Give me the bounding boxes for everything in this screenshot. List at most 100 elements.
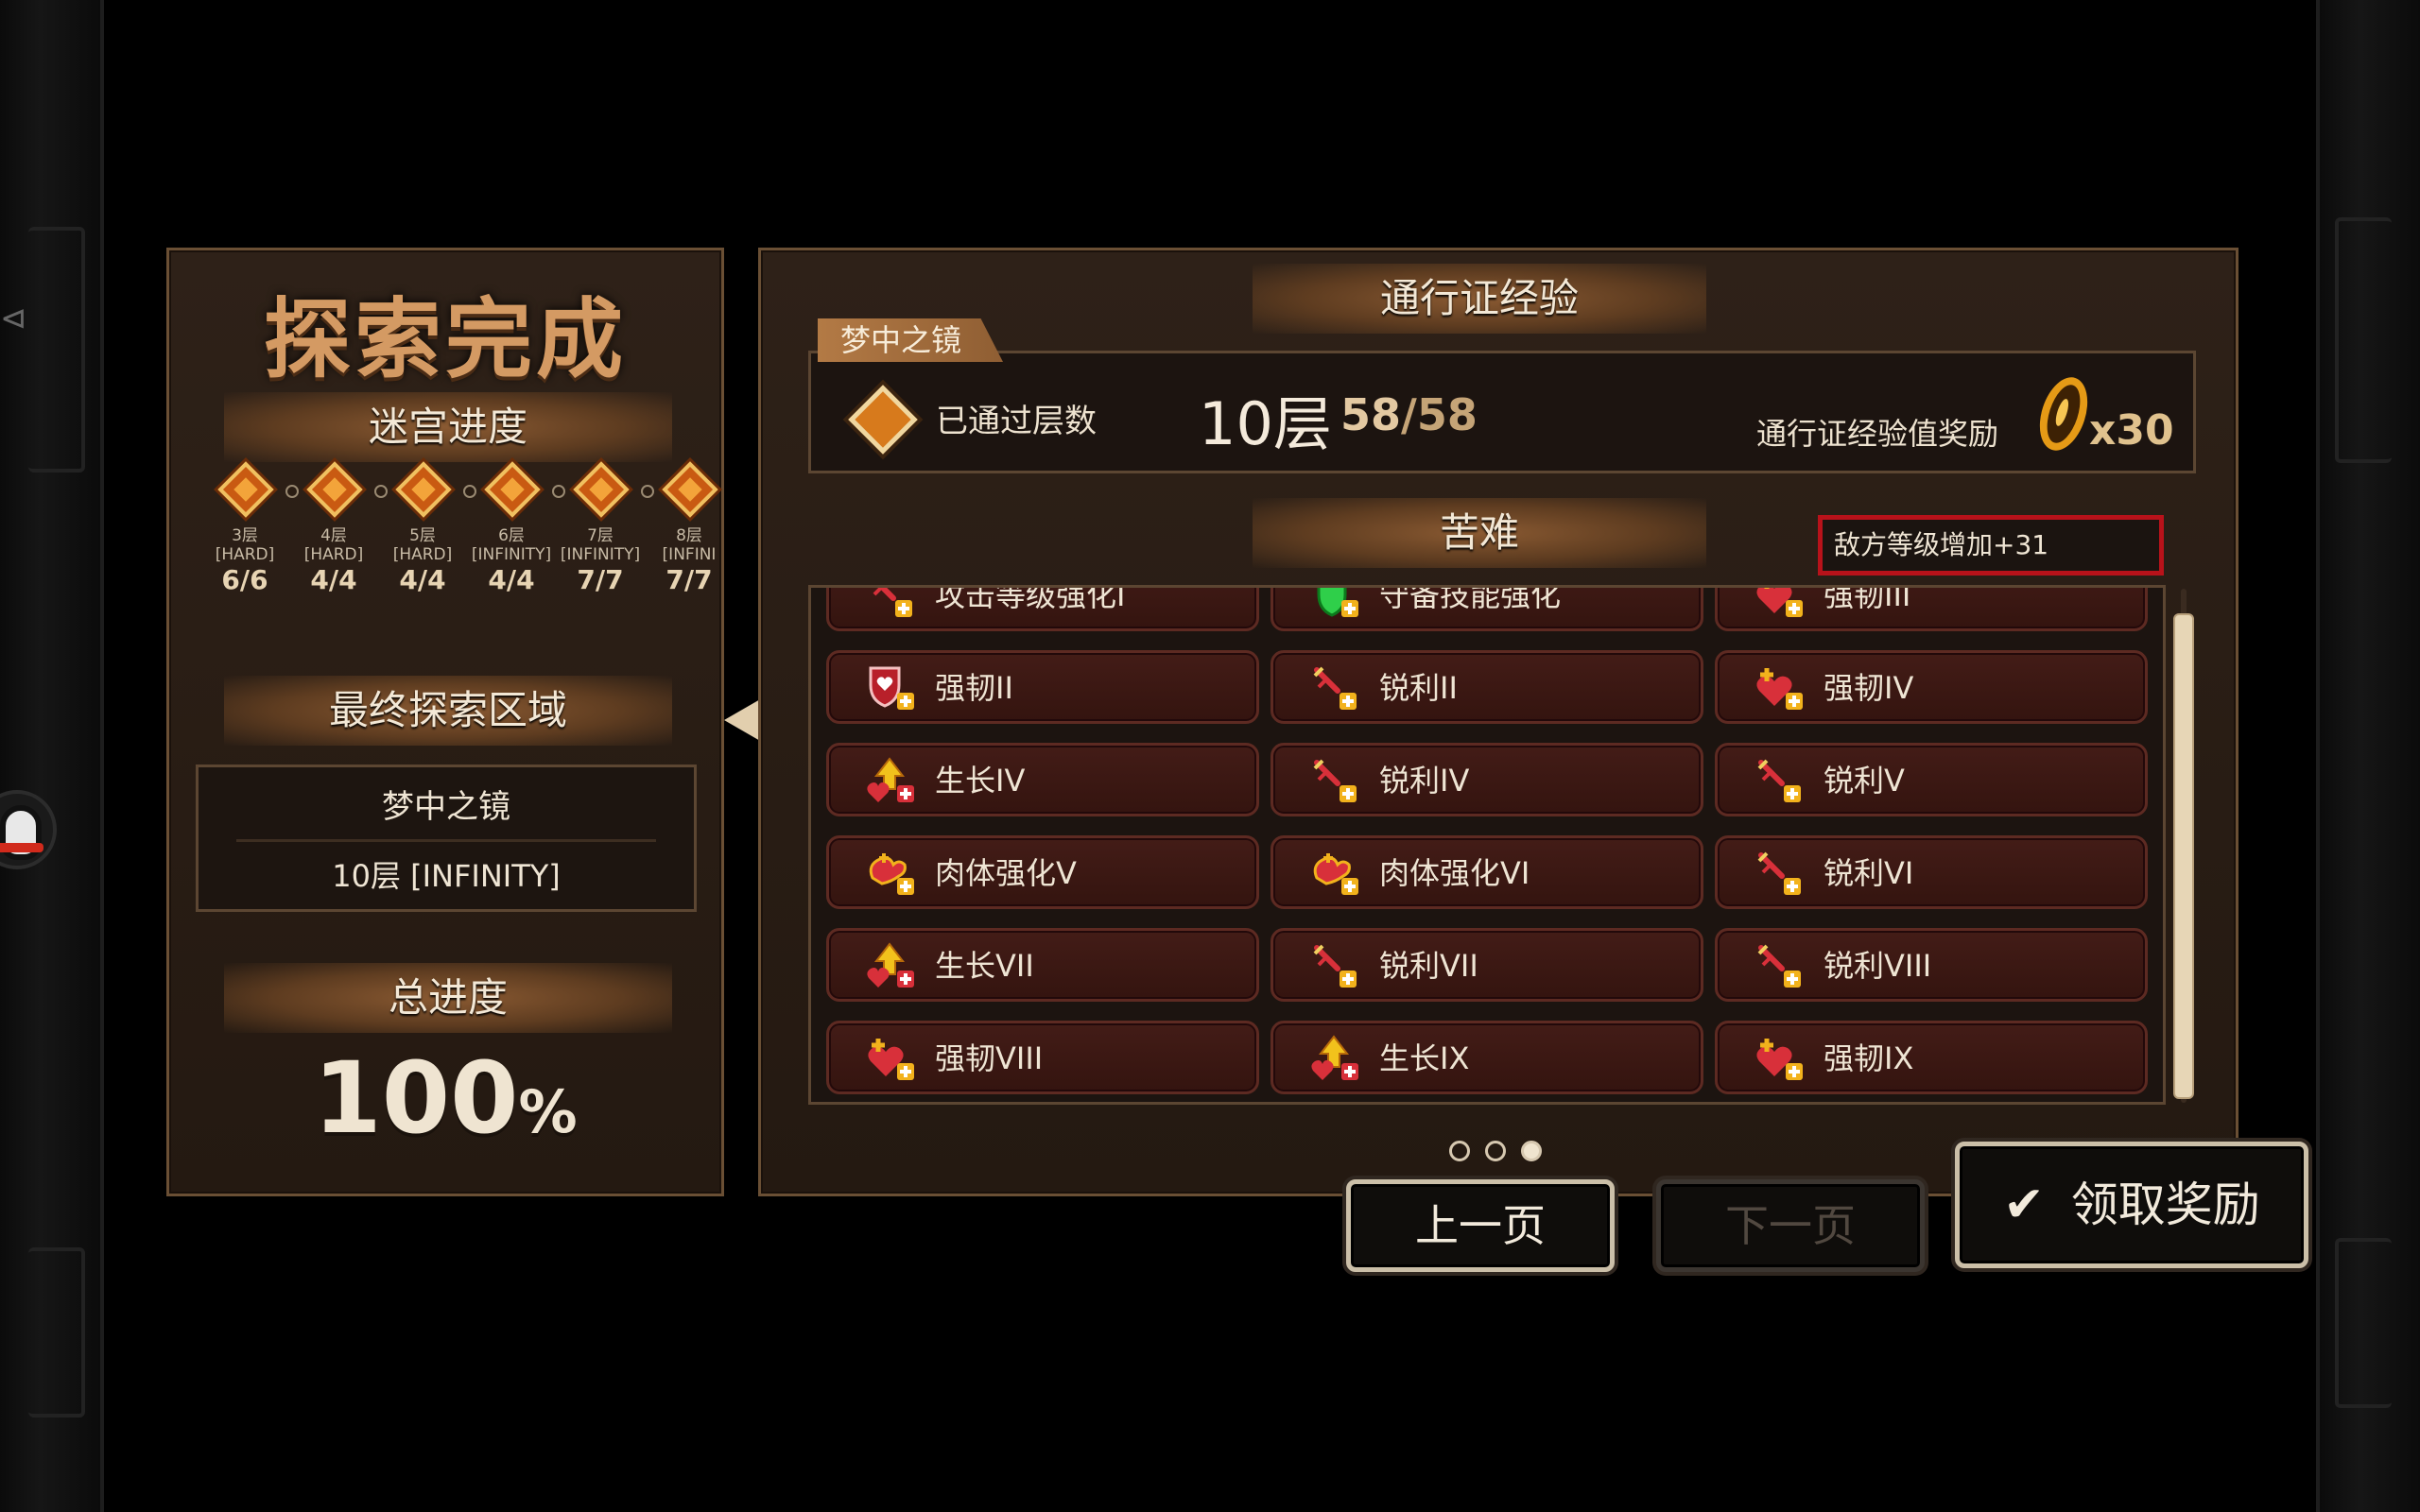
hardship-item[interactable]: 锐利VI [1715, 835, 2148, 909]
hardship-item[interactable]: 锐利II [1270, 650, 1703, 724]
pass-exp-token-icon [2031, 370, 2097, 457]
claim-reward-button[interactable]: ✔ 领取奖励 [1955, 1142, 2308, 1268]
region-tag: 梦中之镜 [818, 318, 1004, 362]
shield-heart-icon [865, 664, 918, 713]
heart-plus-icon [865, 1035, 918, 1084]
muscle-icon [865, 850, 918, 899]
cleared-count-current: 58 [1340, 389, 1402, 440]
sword-up-icon [865, 588, 918, 621]
shield-skill-icon [1309, 588, 1362, 621]
hardship-label: 强韧IV [1824, 670, 1914, 706]
hardship-label: 生长IV [935, 763, 1026, 799]
sword-up-icon [1754, 942, 1806, 991]
hardship-label: 强韧VIII [935, 1040, 1044, 1076]
floor-diamond-icon [217, 461, 274, 518]
page-dot[interactable] [1485, 1141, 1506, 1161]
heart-plus-icon [1754, 664, 1806, 713]
sword-up-icon [1309, 942, 1362, 991]
scrollbar-thumb[interactable] [2173, 613, 2194, 1099]
floor-diamond-icon [306, 461, 363, 518]
hardship-item[interactable]: 锐利IV [1270, 743, 1703, 816]
hardship-label: 锐利VIII [1824, 948, 1932, 984]
hardship-label: 攻击等级强化I [935, 585, 1126, 613]
side-nav-icon[interactable]: ⊲ [0, 302, 28, 335]
hardship-item[interactable]: 锐利V [1715, 743, 2148, 816]
hardship-header: 苦难 [1253, 498, 1706, 568]
hardship-item[interactable]: 攻击等级强化I [826, 585, 1259, 631]
floor-count: 6/6 [221, 564, 268, 595]
hardship-list[interactable]: 攻击等级强化I 守备技能强化 强韧III 强韧II 锐利II 强韧IV 生长IV 锐利IV 锐利… [808, 585, 2166, 1105]
hardship-item[interactable]: 锐利VIII [1715, 928, 2148, 1002]
avatar-scarf [0, 843, 43, 852]
hardship-label: 强韧IX [1824, 1040, 1914, 1076]
page-dot[interactable] [1449, 1141, 1470, 1161]
page-dot[interactable] [1521, 1141, 1542, 1161]
floor-name: 5层 [409, 526, 436, 545]
hardship-label: 肉体强化VI [1379, 855, 1530, 891]
cleared-floor-value: 10层 [1199, 389, 1332, 458]
floor-link-dot [374, 485, 388, 498]
cleared-floors-label: 已通过层数 [936, 403, 1097, 440]
hardship-item[interactable]: 生长VII [826, 928, 1259, 1002]
floor-count: 7/7 [577, 564, 624, 595]
hardship-item[interactable]: 锐利VII [1270, 928, 1703, 1002]
maze-progress-header: 迷宫进度 [224, 392, 672, 462]
floor-name: 4层 [320, 526, 347, 545]
floor-name: 7层 [587, 526, 614, 545]
total-progress-number: 100 [313, 1040, 519, 1156]
growth-arrow-icon [865, 942, 918, 991]
floor-name: 8层 [676, 526, 702, 545]
hardship-label: 肉体强化V [935, 855, 1077, 891]
pass-reward-label: 通行证经验值奖励 [1756, 416, 1999, 452]
cleared-floor-diamond-icon [848, 385, 918, 455]
hardship-label: 守备技能强化 [1379, 585, 1562, 613]
floor-diamond-icon [395, 461, 452, 518]
frame-notch [2335, 1238, 2392, 1408]
hardship-scrollbar[interactable] [2173, 589, 2194, 1103]
cleared-count-max: /58 [1401, 389, 1478, 440]
hardship-item[interactable]: 生长IV [826, 743, 1259, 816]
hardship-item[interactable]: 守备技能强化 [1270, 585, 1703, 631]
cleared-count: 58/58 [1340, 389, 1478, 440]
hardship-item[interactable]: 肉体强化V [826, 835, 1259, 909]
total-progress-header: 总进度 [224, 963, 672, 1033]
hardship-label: 锐利IV [1379, 763, 1470, 799]
floor-name: 3层 [232, 526, 258, 545]
final-region-header: 最终探索区域 [224, 676, 672, 746]
hardship-item[interactable]: 强韧II [826, 650, 1259, 724]
floor-mode: [HARD] [303, 545, 364, 564]
heart-plus-icon [1754, 588, 1806, 621]
floor-diamond-icon [484, 461, 541, 518]
floor-mode: [INFINITY] [560, 545, 641, 564]
final-region-box: 梦中之镜 10层 [INFINITY] [196, 765, 697, 912]
hardship-item[interactable]: 强韧IX [1715, 1021, 2148, 1094]
floor-name: 6层 [498, 526, 525, 545]
floor-link-dot [641, 485, 654, 498]
divider [236, 839, 656, 842]
hardship-item[interactable]: 强韧VIII [826, 1021, 1259, 1094]
sword-up-icon [1754, 757, 1806, 806]
floor-diamond-icon [573, 461, 630, 518]
total-progress-value: 100% [169, 1040, 721, 1156]
hardship-item[interactable]: 肉体强化VI [1270, 835, 1703, 909]
hardship-item[interactable]: 生长IX [1270, 1021, 1703, 1094]
growth-arrow-icon [865, 757, 918, 806]
next-page-button[interactable]: 下一页 [1656, 1179, 1925, 1272]
hardship-item[interactable]: 强韧IV [1715, 650, 2148, 724]
hardship-label: 锐利II [1379, 670, 1458, 706]
frame-notch [28, 1247, 85, 1418]
hardship-label: 强韧II [935, 670, 1013, 706]
hardship-item[interactable]: 强韧III [1715, 588, 2148, 631]
hardship-label: 生长VII [935, 948, 1034, 984]
pass-reward-panel: 通行证经验 已通过层数 10层 58/58 通行证经验值奖励 x30 梦中之镜 … [758, 248, 2238, 1196]
floor-count: 4/4 [488, 564, 535, 595]
sword-up-icon [1309, 757, 1362, 806]
prev-page-button[interactable]: 上一页 [1346, 1179, 1615, 1272]
frame-notch [28, 227, 85, 472]
frame-notch [2335, 217, 2392, 463]
claim-reward-label: 领取奖励 [2070, 1177, 2260, 1232]
muscle-icon [1309, 850, 1362, 899]
floor-mode: [HARD] [392, 545, 453, 564]
floor-link-dot [463, 485, 476, 498]
floor-count: 4/4 [310, 564, 357, 595]
